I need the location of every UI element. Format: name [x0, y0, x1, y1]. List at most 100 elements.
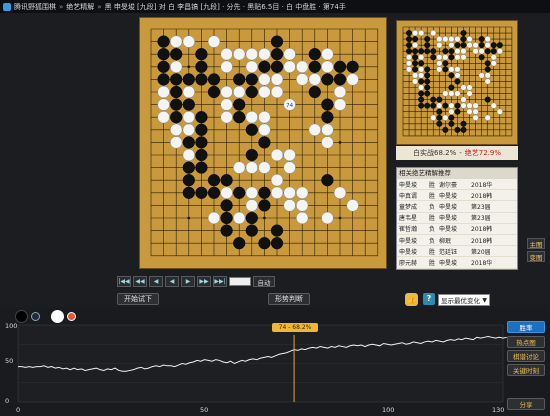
forward-ten-button[interactable]: ▶▶	[197, 276, 211, 287]
white-stone	[333, 98, 347, 111]
share-button[interactable]: 分享	[507, 398, 545, 410]
white-stone	[448, 108, 455, 115]
white-stone	[496, 108, 503, 115]
go-board-svg[interactable]: 74	[140, 18, 388, 270]
related-row[interactable]: 申旻埈 胜谢尔豪 2018华	[397, 179, 517, 191]
related-row[interactable]: 童梦成 负申旻埈 第23届	[397, 201, 517, 213]
black-stone	[346, 60, 359, 73]
first-move-button[interactable]: |◀◀	[117, 276, 131, 287]
related-row[interactable]: 崔哲瀚 负申旻埈 2018韩	[397, 224, 517, 235]
prev-move-button[interactable]: ◀	[165, 276, 179, 287]
white-stone	[170, 136, 183, 149]
related-row[interactable]: 申旻埈 胜范廷钰 第20届	[397, 246, 517, 258]
black-stone	[442, 102, 449, 109]
star-point	[187, 65, 191, 69]
white-stone	[460, 84, 467, 91]
go-board[interactable]: 74	[139, 17, 387, 269]
white-stone	[406, 54, 413, 61]
related-result: 胜	[428, 248, 435, 256]
white-stone	[182, 85, 195, 99]
white-stone	[157, 111, 170, 124]
star-point	[263, 216, 266, 220]
black-stone	[418, 60, 425, 67]
variation-board-button[interactable]: 变图	[527, 251, 545, 262]
white-stone	[270, 85, 284, 99]
y-label-0: 0	[5, 397, 10, 405]
white-stone	[406, 60, 413, 67]
back-ten-button[interactable]: ◀◀	[133, 276, 147, 287]
white-stone	[454, 54, 461, 61]
related-row[interactable]: 申旻埈 负柳珉 2018韩	[397, 235, 517, 247]
black-stone	[436, 120, 443, 127]
white-stone	[233, 211, 246, 225]
black-stone	[321, 98, 334, 111]
auto-play-button[interactable]: 自动	[253, 276, 275, 287]
kifu-discussion-button[interactable]: 棋谱讨论	[507, 350, 545, 362]
black-stone	[245, 85, 258, 99]
black-stone	[170, 111, 183, 124]
black-stone	[460, 42, 467, 49]
white-stone	[308, 73, 321, 86]
white-stone	[270, 148, 284, 162]
black-stone	[412, 54, 419, 61]
black-stone	[412, 60, 419, 67]
white-stone	[245, 161, 258, 174]
white-stone	[283, 60, 296, 73]
white-stone	[258, 48, 271, 61]
winrate-tab-button[interactable]: 胜率	[507, 321, 545, 333]
related-row[interactable]: 唐韦星 胜申旻埈 第23届	[397, 213, 517, 224]
black-stone	[454, 102, 461, 109]
black-stone	[220, 174, 233, 187]
main-board-button[interactable]: 主图	[527, 238, 545, 249]
white-stone	[258, 73, 271, 86]
position-judge-button[interactable]: 形势判断	[268, 293, 310, 305]
winrate-chart[interactable]	[0, 307, 520, 416]
black-stone	[436, 114, 443, 121]
help-icon[interactable]: ?	[423, 293, 435, 305]
white-stone	[418, 66, 425, 73]
black-stone	[233, 237, 246, 250]
black-stone	[270, 35, 284, 48]
white-stone	[496, 48, 503, 55]
white-stone	[258, 111, 271, 124]
black-stone	[442, 60, 449, 67]
star-point	[338, 216, 342, 220]
black-stone	[496, 42, 503, 49]
related-player-one: 童梦成	[399, 203, 418, 211]
back-five-button[interactable]: ◀	[149, 276, 163, 287]
black-stone	[321, 174, 334, 187]
black-stone	[195, 48, 208, 61]
white-stone	[220, 60, 233, 73]
white-stone	[283, 161, 296, 174]
white-stone	[454, 66, 461, 73]
last-move-label: 74	[286, 103, 293, 109]
white-stone	[296, 186, 309, 199]
next-move-button[interactable]: ▶	[181, 276, 195, 287]
black-stone	[424, 66, 431, 73]
black-stone	[308, 48, 321, 61]
related-player-two: 申旻埈	[439, 215, 458, 223]
thumbs-up-icon[interactable]: 👍	[405, 293, 418, 306]
white-stone	[258, 85, 271, 99]
move-slider[interactable]	[229, 277, 251, 286]
related-row[interactable]: 廖元赫 胜申旻埈 2018华	[397, 257, 517, 269]
black-stone	[157, 73, 170, 86]
related-result: 胜	[428, 259, 435, 267]
black-stone	[220, 224, 233, 237]
white-stone	[484, 114, 491, 121]
white-stone	[466, 102, 473, 109]
related-row[interactable]: 申真谞 胜申旻埈 2018韩	[397, 190, 517, 202]
hotspot-tab-button[interactable]: 热点图	[507, 336, 545, 348]
related-result: 胜	[428, 215, 435, 223]
white-stone	[220, 98, 233, 111]
black-stone	[233, 98, 246, 111]
black-stone	[182, 186, 195, 199]
try-play-button[interactable]: 开始试下	[117, 293, 159, 305]
last-move-button[interactable]: ▶▶|	[213, 276, 227, 287]
key-moments-button[interactable]: 关键时刻	[507, 364, 545, 376]
black-stone	[406, 36, 413, 43]
black-stone	[454, 42, 461, 49]
white-stone	[466, 108, 473, 115]
show-change-select[interactable]: 显示最优变化 ▼	[438, 294, 490, 306]
white-stone	[412, 78, 419, 85]
